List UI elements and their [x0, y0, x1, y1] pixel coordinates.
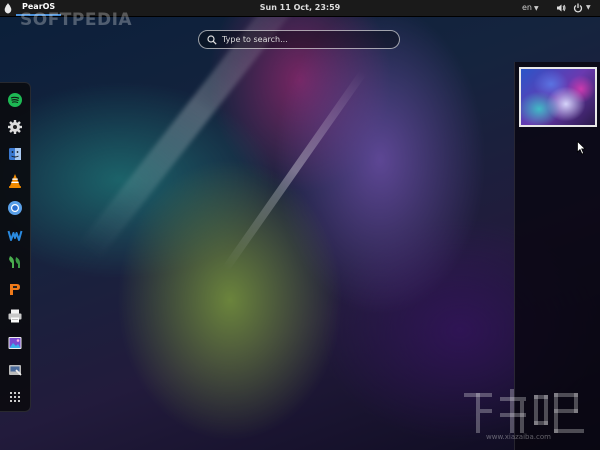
wallpaper-light-streak — [222, 70, 367, 272]
chrome-icon[interactable] — [7, 200, 23, 216]
language-label: en — [522, 3, 532, 12]
finder-icon[interactable] — [7, 146, 23, 162]
pidgin-icon[interactable] — [7, 254, 23, 270]
spotify-icon[interactable] — [7, 92, 23, 108]
mail-icon[interactable] — [7, 281, 23, 297]
printer-icon[interactable] — [7, 308, 23, 324]
power-icon[interactable] — [573, 3, 583, 13]
softpedia-watermark: SOFTPEDIA — [20, 10, 133, 30]
search-input[interactable]: Type to search... — [198, 30, 400, 49]
wunderlist-icon[interactable] — [7, 227, 23, 243]
workspace-thumbnail[interactable] — [519, 67, 597, 127]
show-apps-grid-icon[interactable] — [7, 389, 23, 405]
photo-viewer-icon[interactable] — [7, 335, 23, 351]
dash-sidebar — [0, 82, 31, 412]
volume-icon[interactable] — [556, 3, 566, 13]
search-icon — [207, 34, 217, 45]
site-watermark-url: www.xiazaiba.com — [486, 433, 551, 441]
vlc-icon[interactable] — [7, 173, 23, 189]
mouse-cursor-icon — [577, 141, 586, 155]
settings-gear-icon[interactable] — [7, 119, 23, 135]
system-tools-icon[interactable] — [7, 362, 23, 378]
search-placeholder: Type to search... — [222, 35, 288, 44]
chevron-down-icon: ▼ — [534, 5, 539, 12]
language-selector[interactable]: en ▼ — [522, 0, 539, 17]
chevron-down-icon[interactable]: ▼ — [586, 0, 591, 16]
